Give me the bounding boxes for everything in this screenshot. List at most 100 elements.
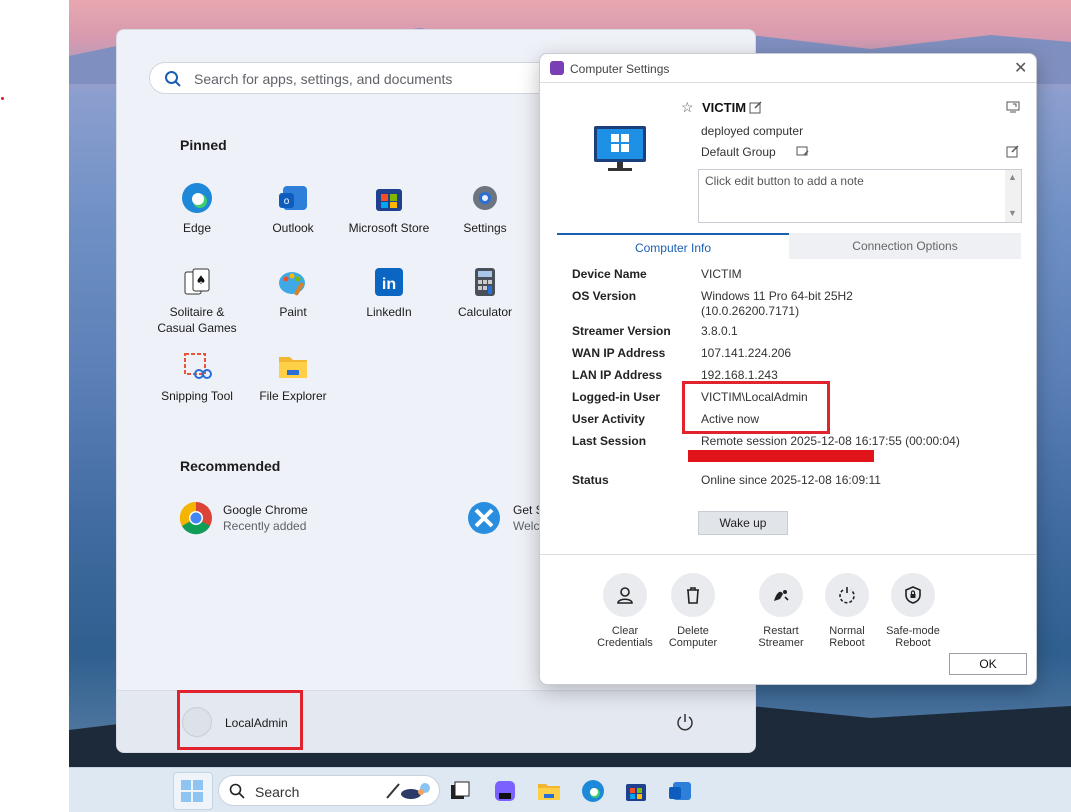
action-label: Reboot xyxy=(895,637,931,649)
device-description: deployed computer xyxy=(701,124,804,138)
safe-mode-reboot-button[interactable]: Safe-mode Reboot xyxy=(878,573,948,649)
value-os-version: Windows 11 Pro 64-bit 25H2 xyxy=(701,289,853,303)
pinned-app-paint[interactable]: Paint xyxy=(245,265,341,319)
label-status: Status xyxy=(572,473,609,487)
taskbar-search-input[interactable]: Search xyxy=(218,775,440,806)
recommended-title-text: Google Chrome xyxy=(223,503,308,517)
recommended-title: Recommended xyxy=(180,458,281,474)
note-scrollbar[interactable]: ▲ ▼ xyxy=(1005,170,1021,222)
note-placeholder: Click edit button to add a note xyxy=(705,174,864,188)
label-logged-in-user: Logged-in User xyxy=(572,390,661,404)
label-lan-ip: LAN IP Address xyxy=(572,368,663,382)
remote-connect-icon[interactable] xyxy=(1006,100,1020,114)
recommended-item-chrome[interactable]: Google Chrome Recently added xyxy=(179,501,308,535)
task-view-icon[interactable] xyxy=(448,779,472,803)
search-icon xyxy=(229,783,245,799)
delete-computer-button[interactable]: Delete Computer xyxy=(658,573,728,649)
start-button-highlight xyxy=(173,772,213,810)
svg-text:in: in xyxy=(382,276,396,293)
recommended-subtitle-text: Recently added xyxy=(223,519,307,533)
pinned-app-settings[interactable]: Settings xyxy=(437,181,533,235)
actions-divider xyxy=(540,554,1036,555)
scroll-down-icon[interactable]: ▼ xyxy=(1008,208,1017,218)
app-logo-icon xyxy=(550,61,564,75)
device-group: Default Group xyxy=(701,145,776,159)
trash-icon xyxy=(687,587,699,604)
wake-up-button[interactable]: Wake up xyxy=(698,511,788,535)
power-icon[interactable] xyxy=(675,712,695,732)
value-device-name: VICTIM xyxy=(701,267,742,281)
app-label: Solitaire & xyxy=(169,305,225,319)
taskbar-search-label: Search xyxy=(255,784,300,800)
pinned-app-file-explorer[interactable]: File Explorer xyxy=(245,349,341,403)
note-textarea[interactable]: Click edit button to add a note ▲ ▼ xyxy=(698,169,1022,223)
ok-button[interactable]: OK xyxy=(949,653,1027,675)
paint-icon xyxy=(276,265,310,299)
group-tag-icon[interactable] xyxy=(796,146,810,158)
edge-icon xyxy=(180,181,214,215)
pinned-app-edge[interactable]: Edge xyxy=(149,181,245,235)
action-label: Delete xyxy=(677,625,709,637)
redaction-bar xyxy=(688,450,874,462)
value-os-build: (10.0.26200.7171) xyxy=(701,304,800,318)
pinned-title: Pinned xyxy=(180,137,227,153)
pinned-app-solitaire[interactable]: ♠ Solitaire & Casual Games xyxy=(149,265,245,335)
search-highlight-graphic-icon xyxy=(386,783,430,799)
normal-reboot-button[interactable]: Normal Reboot xyxy=(812,573,882,649)
gear-icon xyxy=(468,181,502,215)
user-account-button[interactable] xyxy=(177,690,303,750)
action-label: Reboot xyxy=(829,637,865,649)
app-label: Outlook xyxy=(272,221,314,235)
app-label: Settings xyxy=(463,221,507,235)
value-lan-ip: 192.168.1.243 xyxy=(701,368,778,382)
device-name-heading: VICTIM xyxy=(702,100,747,115)
restart-streamer-button[interactable]: Restart Streamer xyxy=(746,573,816,649)
label-user-activity: User Activity xyxy=(572,412,645,426)
label-os-version: OS Version xyxy=(572,289,637,303)
value-wan-ip: 107.141.224.206 xyxy=(701,346,792,360)
recommended-item-get-started[interactable]: Get S Welc xyxy=(467,501,544,535)
action-label: Safe-mode xyxy=(886,625,940,637)
linkedin-icon: in xyxy=(372,265,406,299)
stray-dot xyxy=(1,97,4,100)
edge-icon[interactable] xyxy=(581,779,605,803)
app-label: File Explorer xyxy=(259,389,327,403)
app-label: Calculator xyxy=(457,305,513,319)
edit-note-icon[interactable] xyxy=(1006,144,1020,158)
calculator-icon xyxy=(468,265,502,299)
edit-name-icon[interactable] xyxy=(749,100,763,114)
tab-computer-info[interactable]: Computer Info xyxy=(557,233,789,259)
cards-icon: ♠ xyxy=(180,265,214,299)
highlight-box-user xyxy=(682,381,830,434)
action-label: Restart xyxy=(763,625,799,637)
label-wan-ip: WAN IP Address xyxy=(572,346,666,360)
folder-icon[interactable] xyxy=(537,779,561,803)
app-label-line2: Casual Games xyxy=(157,321,237,335)
close-icon[interactable]: ✕ xyxy=(1014,58,1027,78)
store-icon[interactable] xyxy=(624,779,648,803)
pinned-app-linkedin[interactable]: in LinkedIn xyxy=(341,265,437,319)
action-label: Streamer xyxy=(758,637,804,649)
clear-credentials-button[interactable]: Clear Credentials xyxy=(590,573,660,649)
scroll-up-icon[interactable]: ▲ xyxy=(1008,172,1017,182)
value-last-session: Remote session 2025-12-08 16:17:55 (00:0… xyxy=(701,434,960,448)
outlook-icon[interactable] xyxy=(668,779,692,803)
pinned-app-snipping-tool[interactable]: Snipping Tool xyxy=(149,349,245,403)
value-status: Online since 2025-12-08 16:09:11 xyxy=(701,473,881,487)
action-label: Credentials xyxy=(597,637,653,649)
title-divider xyxy=(540,82,1036,83)
value-streamer-version: 3.8.0.1 xyxy=(701,324,738,338)
label-streamer-version: Streamer Version xyxy=(572,324,671,338)
pinned-app-microsoft-store[interactable]: Microsoft Store xyxy=(341,181,437,235)
app-label: LinkedIn xyxy=(366,305,412,319)
computer-settings-dialog: Computer Settings ✕ ☆ VICTIM deployed co… xyxy=(539,53,1037,685)
pinned-app-calculator[interactable]: Calculator xyxy=(437,265,533,319)
m365-copilot-icon[interactable] xyxy=(493,779,517,803)
app-label: Paint xyxy=(279,305,307,319)
pinned-app-outlook[interactable]: o Outlook xyxy=(245,181,341,235)
tab-connection-options[interactable]: Connection Options xyxy=(789,233,1021,259)
favorite-star-icon[interactable]: ☆ xyxy=(681,99,694,116)
chrome-icon xyxy=(179,501,212,535)
app-label: Snipping Tool xyxy=(161,389,233,403)
action-label: Normal xyxy=(829,625,865,637)
